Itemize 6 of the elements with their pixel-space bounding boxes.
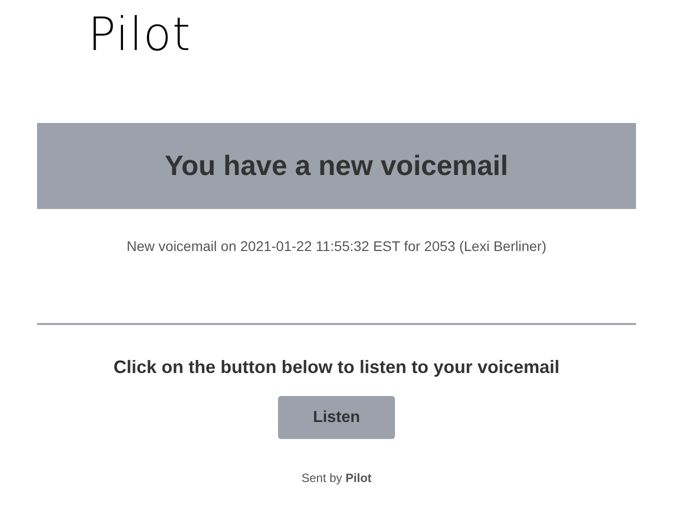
instruction-heading: Click on the button below to listen to your voicemail [113, 356, 560, 379]
listen-button[interactable]: Listen [278, 396, 395, 439]
sent-by-text: Sent by Pilot [301, 470, 372, 487]
banner-title: You have a new voicemail [164, 149, 508, 183]
logo: Pilot [88, 7, 192, 61]
voicemail-details: New voicemail on 2021-01-22 11:55:32 EST for 2053 (Lexi Berliner) [126, 237, 546, 256]
